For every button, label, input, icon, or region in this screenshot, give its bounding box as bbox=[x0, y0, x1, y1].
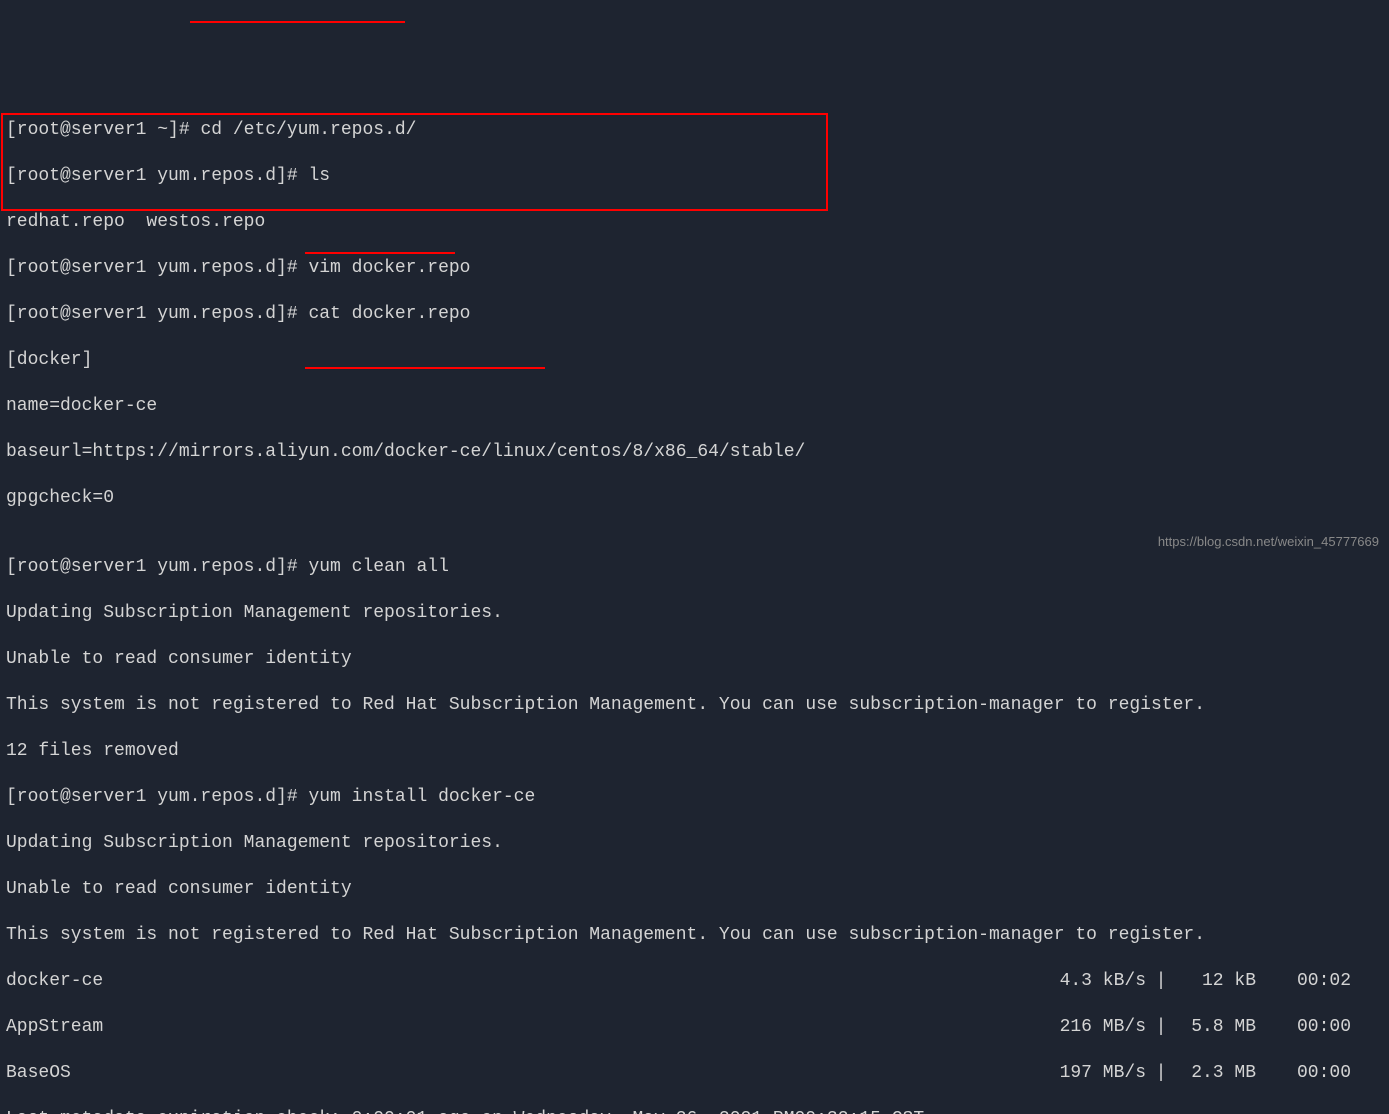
shell-prompt: [root@server1 yum.repos.d]# bbox=[6, 787, 308, 807]
repo-time: 00:00 bbox=[1256, 1062, 1351, 1085]
shell-prompt: [root@server1 ~]# bbox=[6, 120, 200, 140]
command-vim: vim docker.repo bbox=[308, 258, 470, 278]
repo-section: [docker] bbox=[6, 349, 1383, 372]
output-text: Last metadata expiration check: 0:00:01 … bbox=[6, 1108, 1383, 1114]
shell-prompt: [root@server1 yum.repos.d]# bbox=[6, 304, 308, 324]
repo-name: AppStream bbox=[6, 1016, 1036, 1039]
command-ls: ls bbox=[308, 166, 330, 186]
repo-speed: 4.3 kB/s bbox=[1036, 970, 1146, 993]
prompt-line: [root@server1 yum.repos.d]# yum install … bbox=[6, 786, 1383, 809]
repo-name: BaseOS bbox=[6, 1062, 1036, 1085]
repo-size: 5.8 MB bbox=[1176, 1016, 1256, 1039]
repo-name: name=docker-ce bbox=[6, 395, 1383, 418]
repo-download-row: AppStream216 MB/s|5.8 MB00:00 bbox=[6, 1016, 1383, 1039]
repo-download-row: docker-ce4.3 kB/s| 12 kB00:02 bbox=[6, 970, 1383, 993]
watermark-text: https://blog.csdn.net/weixin_45777669 bbox=[1158, 530, 1379, 553]
shell-prompt: [root@server1 yum.repos.d]# bbox=[6, 258, 308, 278]
shell-prompt: [root@server1 yum.repos.d]# bbox=[6, 557, 308, 577]
repo-name: docker-ce bbox=[6, 970, 1036, 993]
repo-gpgcheck: gpgcheck=0 bbox=[6, 487, 1383, 510]
command-cd: cd /etc/yum.repos.d/ bbox=[200, 120, 416, 140]
prompt-line: [root@server1 yum.repos.d]# vim docker.r… bbox=[6, 257, 1383, 280]
highlight-underline bbox=[305, 252, 455, 254]
repo-time: 00:00 bbox=[1256, 1016, 1351, 1039]
command-yum-clean: yum clean all bbox=[308, 557, 448, 577]
ls-output: redhat.repo westos.repo bbox=[6, 211, 1383, 234]
repo-speed: 216 MB/s bbox=[1036, 1016, 1146, 1039]
separator: | bbox=[1146, 1062, 1176, 1085]
repo-time: 00:02 bbox=[1256, 970, 1351, 993]
repo-baseurl: baseurl=https://mirrors.aliyun.com/docke… bbox=[6, 441, 1383, 464]
repo-size: 12 kB bbox=[1176, 970, 1256, 993]
highlight-underline bbox=[305, 367, 545, 369]
command-cat: cat docker.repo bbox=[308, 304, 470, 324]
command-yum-install: yum install docker-ce bbox=[308, 787, 535, 807]
prompt-line: [root@server1 ~]# cd /etc/yum.repos.d/ bbox=[6, 119, 1383, 142]
separator: | bbox=[1146, 970, 1176, 993]
output-text: Unable to read consumer identity bbox=[6, 648, 1383, 671]
repo-download-row: BaseOS197 MB/s|2.3 MB00:00 bbox=[6, 1062, 1383, 1085]
highlight-underline bbox=[190, 21, 405, 23]
shell-prompt: [root@server1 yum.repos.d]# bbox=[6, 166, 308, 186]
prompt-line: [root@server1 yum.repos.d]# yum clean al… bbox=[6, 556, 1383, 579]
separator: | bbox=[1146, 1016, 1176, 1039]
output-text: Unable to read consumer identity bbox=[6, 878, 1383, 901]
terminal-output: [root@server1 ~]# cd /etc/yum.repos.d/ [… bbox=[6, 96, 1383, 1114]
repo-speed: 197 MB/s bbox=[1036, 1062, 1146, 1085]
output-text: Updating Subscription Management reposit… bbox=[6, 832, 1383, 855]
output-text: This system is not registered to Red Hat… bbox=[6, 924, 1383, 947]
repo-size: 2.3 MB bbox=[1176, 1062, 1256, 1085]
output-text: 12 files removed bbox=[6, 740, 1383, 763]
prompt-line: [root@server1 yum.repos.d]# ls bbox=[6, 165, 1383, 188]
output-text: This system is not registered to Red Hat… bbox=[6, 694, 1383, 717]
prompt-line: [root@server1 yum.repos.d]# cat docker.r… bbox=[6, 303, 1383, 326]
output-text: Updating Subscription Management reposit… bbox=[6, 602, 1383, 625]
